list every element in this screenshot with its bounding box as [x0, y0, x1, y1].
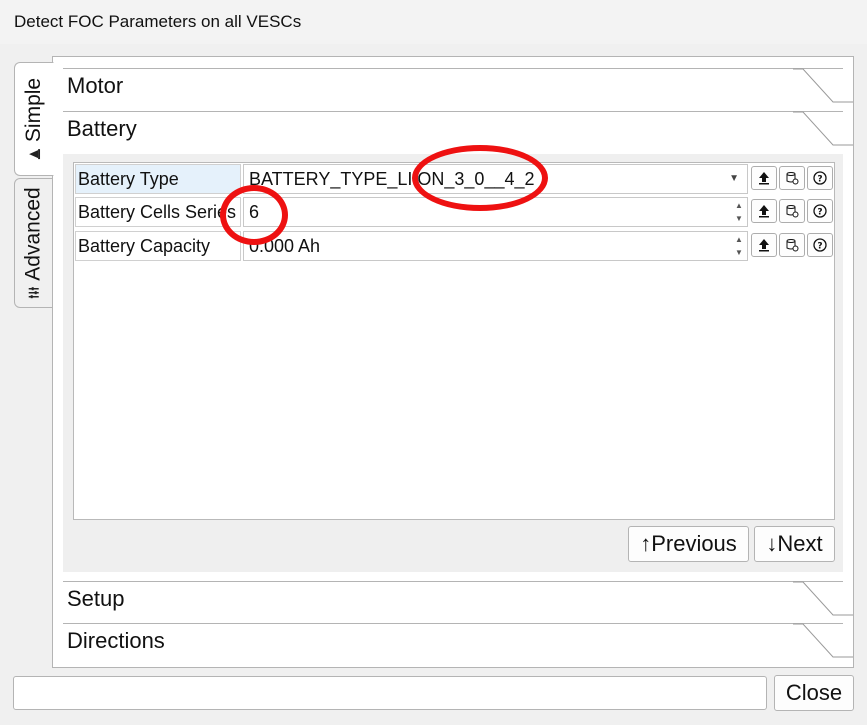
- upload-button[interactable]: [751, 233, 777, 257]
- svg-text:?: ?: [817, 242, 822, 252]
- spin-arrows-icon[interactable]: ▲ ▼: [733, 233, 745, 259]
- status-field[interactable]: [13, 676, 767, 710]
- sliders-icon: [29, 287, 39, 299]
- section-motor[interactable]: Motor: [63, 68, 853, 110]
- upload-button[interactable]: [751, 199, 777, 223]
- param-row-battery-cells-series: Battery Cells Series 6 ▲ ▼ ?: [74, 196, 834, 228]
- tab-advanced[interactable]: Advanced: [14, 178, 54, 308]
- chevron-down-icon: ▼: [729, 173, 739, 184]
- upload-icon: [759, 205, 769, 218]
- section-setup-corner: [793, 581, 853, 616]
- tab-simple[interactable]: Simple: [14, 62, 54, 176]
- section-battery-corner: [793, 111, 853, 146]
- param-value-text: 6: [249, 202, 260, 222]
- next-button[interactable]: ↓Next: [754, 526, 835, 562]
- param-label: Battery Capacity: [75, 231, 241, 261]
- param-label: Battery Cells Series: [75, 197, 241, 227]
- param-value-text: 0.000 Ah: [249, 236, 321, 256]
- battery-cells-series-spinbox[interactable]: 6 ▲ ▼: [243, 197, 748, 227]
- param-row-battery-capacity: Battery Capacity 0.000 Ah ▲ ▼ ?: [74, 230, 834, 262]
- help-button[interactable]: ?: [807, 233, 833, 257]
- help-icon: ?: [813, 171, 827, 185]
- battery-type-dropdown[interactable]: BATTERY_TYPE_LIION_3_0__4_2 ▼: [243, 164, 748, 194]
- param-label: Battery Type: [75, 164, 241, 194]
- tab-simple-label: Simple: [22, 77, 46, 143]
- help-icon: ?: [813, 204, 827, 218]
- param-list: Battery Type BATTERY_TYPE_LIION_3_0__4_2…: [73, 162, 835, 520]
- param-value-text: BATTERY_TYPE_LIION_3_0__4_2: [249, 169, 535, 189]
- close-button[interactable]: Close: [774, 675, 854, 711]
- section-battery-label: Battery: [67, 116, 137, 141]
- section-directions-label: Directions: [67, 628, 165, 653]
- database-reset-icon: [786, 239, 799, 252]
- help-icon: ?: [813, 238, 827, 252]
- param-row-battery-type: Battery Type BATTERY_TYPE_LIION_3_0__4_2…: [74, 163, 834, 195]
- tab-advanced-label: Advanced: [22, 187, 45, 281]
- svg-text:?: ?: [817, 208, 822, 218]
- reset-default-button[interactable]: [779, 233, 805, 257]
- section-motor-label: Motor: [67, 73, 124, 98]
- upload-button[interactable]: [751, 166, 777, 190]
- upload-icon: [759, 239, 769, 252]
- svg-text:?: ?: [817, 175, 822, 185]
- help-button[interactable]: ?: [807, 166, 833, 190]
- database-reset-icon: [786, 172, 799, 185]
- dialog-body: Simple Advanced Motor Battery Battery Ty…: [0, 44, 867, 725]
- section-battery[interactable]: Battery: [63, 111, 853, 153]
- database-reset-icon: [786, 205, 799, 218]
- upload-icon: [759, 172, 769, 185]
- window-title: Detect FOC Parameters on all VESCs: [0, 0, 867, 44]
- section-setup-label: Setup: [67, 586, 125, 611]
- help-button[interactable]: ?: [807, 199, 833, 223]
- section-directions[interactable]: Directions: [63, 623, 853, 667]
- battery-capacity-spinbox[interactable]: 0.000 Ah ▲ ▼: [243, 231, 748, 261]
- reset-default-button[interactable]: [779, 199, 805, 223]
- spin-arrows-icon[interactable]: ▲ ▼: [733, 199, 745, 225]
- previous-button[interactable]: ↑Previous: [628, 526, 749, 562]
- battery-panel: Battery Type BATTERY_TYPE_LIION_3_0__4_2…: [63, 154, 843, 572]
- tab-content-simple: Motor Battery Battery Type BATTERY_TYPE_…: [52, 56, 854, 668]
- section-directions-corner: [793, 623, 853, 658]
- section-setup[interactable]: Setup: [63, 581, 853, 623]
- wizard-hat-icon: [29, 149, 41, 160]
- reset-default-button[interactable]: [779, 166, 805, 190]
- section-motor-corner: [793, 68, 853, 103]
